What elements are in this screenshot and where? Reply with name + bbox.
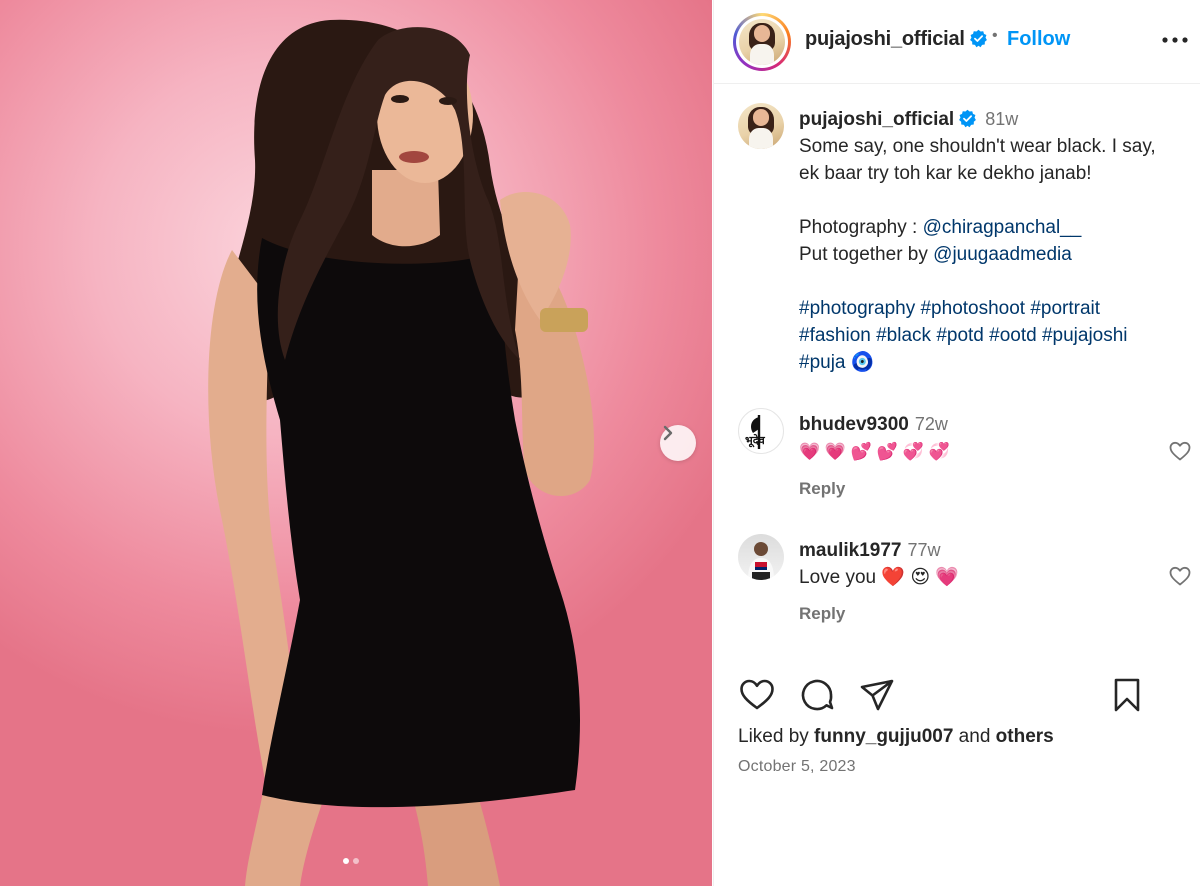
post-header: pujajoshi_official • Follow (714, 0, 1200, 84)
hashtags-line[interactable]: #puja (799, 352, 846, 373)
avatar (738, 103, 784, 149)
comment-bubble-icon[interactable] (798, 676, 836, 714)
comment-body: maulik1977 77w Love you ❤️ 😍 💗 (799, 537, 1139, 591)
save-bookmark-icon[interactable] (1108, 676, 1146, 714)
comment-timestamp[interactable]: 77w (907, 540, 940, 560)
action-bar (738, 676, 1188, 716)
comment-text: Love you ❤️ 😍 💗 (799, 567, 960, 588)
share-send-icon[interactable] (858, 676, 896, 714)
caption-timestamp[interactable]: 81w (985, 109, 1018, 129)
liked-by-user[interactable]: funny_gujju007 (814, 726, 953, 747)
comment-timestamp[interactable]: 72w (915, 414, 948, 434)
put-together-label: Put together by (799, 244, 934, 265)
header-username-text[interactable]: pujajoshi_official (805, 28, 965, 50)
header-username[interactable]: pujajoshi_official (805, 28, 988, 51)
caption-avatar[interactable] (738, 103, 784, 149)
reply-button[interactable]: Reply (799, 479, 845, 499)
liked-by-others[interactable]: others (996, 726, 1054, 747)
post-image[interactable] (0, 0, 712, 886)
photographer-mention[interactable]: @chiragpanchal__ (923, 217, 1082, 238)
photography-credit: Photography : @chiragpanchal__ (799, 214, 1194, 241)
post-photo-illustration (208, 19, 595, 886)
agency-mention[interactable]: @juugaadmedia (933, 244, 1072, 265)
hashtags-line[interactable]: #fashion #black #potd #ootd #pujajoshi (799, 322, 1194, 349)
separator-dot: • (992, 27, 998, 44)
carousel-dot-active (343, 858, 349, 864)
caption-text: pujajoshi_official 81w Some say, one sho… (799, 106, 1194, 376)
photography-label: Photography : (799, 217, 923, 238)
avatar (739, 19, 785, 65)
story-ring[interactable] (733, 13, 791, 71)
comment-avatar[interactable]: भूदेव (738, 408, 784, 454)
user-photo-icon (748, 542, 774, 580)
carousel-dot (353, 858, 359, 864)
nazar-emoji: 🧿 (850, 352, 875, 373)
heart-outline-icon[interactable] (1168, 439, 1192, 463)
liked-by-summary: Liked by funny_gujju007 and others (738, 726, 1054, 748)
post-details-panel: pujajoshi_official • Follow pujajoshi_of… (713, 0, 1200, 886)
comment-username[interactable]: bhudev9300 (799, 414, 909, 435)
post-date[interactable]: October 5, 2023 (738, 758, 856, 776)
caption-username[interactable]: pujajoshi_official (799, 109, 954, 130)
verified-badge-icon (969, 29, 987, 48)
comment-avatar[interactable] (738, 534, 784, 580)
styling-credit: Put together by @juugaadmedia (799, 241, 1194, 268)
verified-badge-icon (959, 109, 977, 128)
chevron-right-icon (663, 425, 673, 441)
comment-username[interactable]: maulik1977 (799, 540, 901, 561)
liked-by-and: and (953, 726, 996, 747)
comment-avatar-text: भूदेव (745, 435, 765, 447)
caption-line: ek baar try toh kar ke dekho janab! (799, 163, 1092, 184)
more-options-icon[interactable] (1160, 30, 1190, 50)
like-heart-icon[interactable] (738, 676, 776, 714)
next-slide-button[interactable] (660, 425, 696, 461)
comment-body: bhudev9300 72w 💗 💗 💕 💕 💞 💞 (799, 411, 1139, 465)
reply-button[interactable]: Reply (799, 604, 845, 624)
hashtags-line[interactable]: #photography #photoshoot #portrait (799, 295, 1194, 322)
comment-text: 💗 💗 💕 💕 💞 💞 (799, 442, 950, 461)
heart-outline-icon[interactable] (1168, 564, 1192, 588)
liked-by-prefix: Liked by (738, 726, 815, 747)
caption-line: Some say, one shouldn't wear black. I sa… (799, 136, 1156, 157)
carousel-indicator (343, 858, 359, 864)
follow-button[interactable]: Follow (1007, 28, 1070, 51)
